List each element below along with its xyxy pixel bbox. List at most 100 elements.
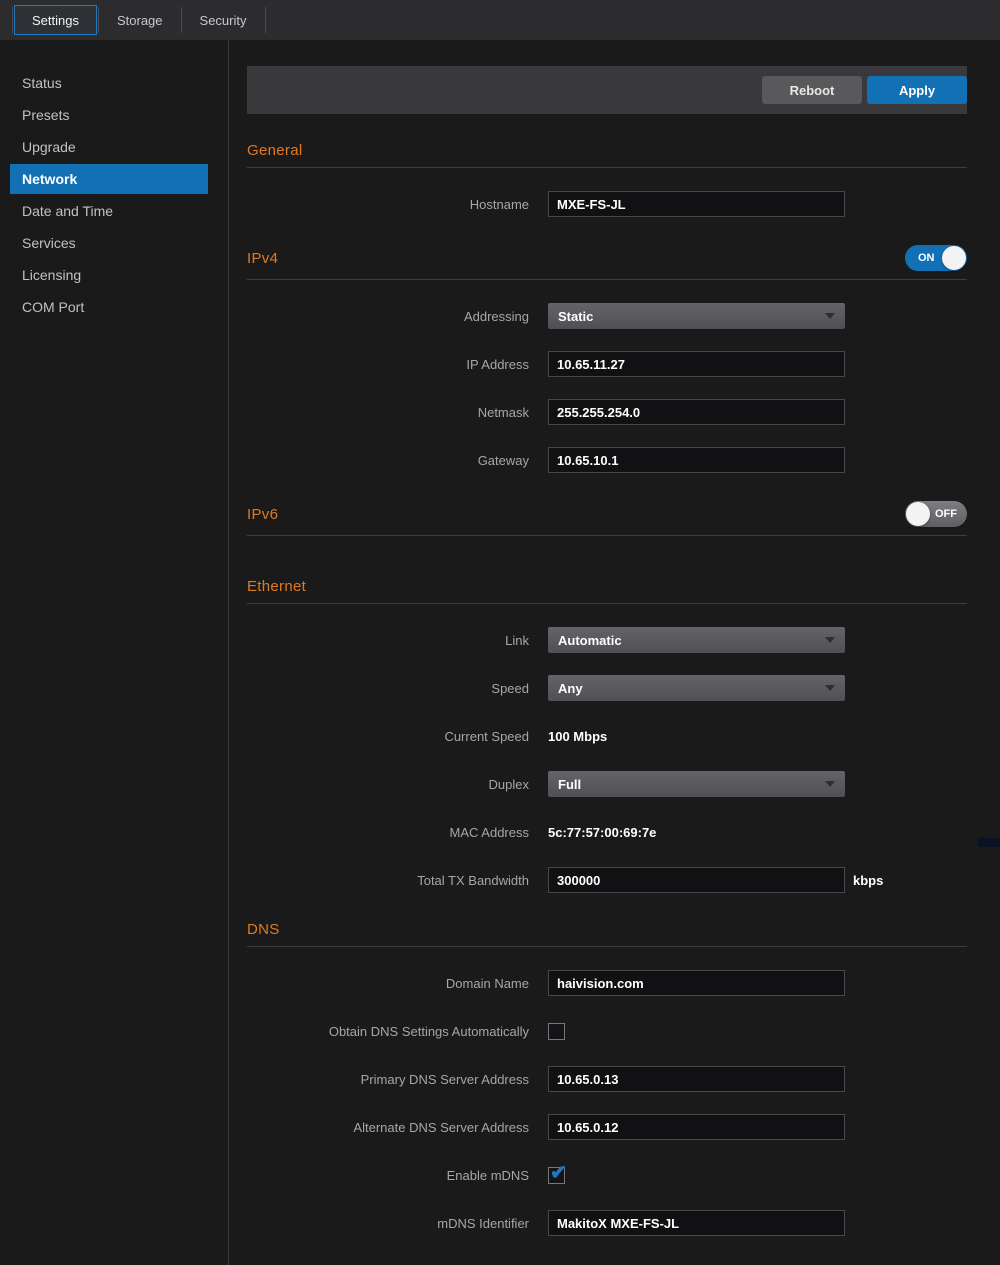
- netmask-label: Netmask: [247, 405, 548, 420]
- alternate-dns-input[interactable]: [548, 1114, 845, 1140]
- link-label: Link: [247, 633, 548, 648]
- speed-select-value: Any: [558, 681, 583, 696]
- sidebar-item-com-port[interactable]: COM Port: [10, 292, 208, 322]
- general-section: Hostname: [247, 168, 967, 217]
- current-speed-label: Current Speed: [247, 729, 548, 744]
- sidebar-item-presets[interactable]: Presets: [10, 100, 208, 130]
- tab-storage[interactable]: Storage: [100, 5, 180, 35]
- ipv6-section-title: IPv6: [247, 506, 278, 523]
- ipv4-section: Addressing Static IP Address Netmask Gat…: [247, 280, 967, 473]
- obtain-dns-auto-row: Obtain DNS Settings Automatically: [247, 1018, 967, 1044]
- hostname-label: Hostname: [247, 197, 548, 212]
- addressing-row: Addressing Static: [247, 303, 967, 329]
- hostname-row: Hostname: [247, 191, 967, 217]
- mdns-identifier-label: mDNS Identifier: [247, 1216, 548, 1231]
- speed-label: Speed: [247, 681, 548, 696]
- netmask-input[interactable]: [548, 399, 845, 425]
- tab-separator: [181, 7, 182, 33]
- action-bar: Reboot Apply: [247, 66, 967, 114]
- mdns-identifier-input[interactable]: [548, 1210, 845, 1236]
- sidebar-item-status[interactable]: Status: [10, 68, 208, 98]
- tab-separator: [265, 7, 266, 33]
- tab-security[interactable]: Security: [183, 5, 264, 35]
- enable-mdns-label: Enable mDNS: [247, 1168, 548, 1183]
- scrollbar-thumb[interactable]: [978, 838, 1000, 847]
- addressing-label: Addressing: [247, 309, 548, 324]
- alternate-dns-row: Alternate DNS Server Address: [247, 1114, 967, 1140]
- mac-address-label: MAC Address: [247, 825, 548, 840]
- total-tx-bandwidth-row: Total TX Bandwidth kbps: [247, 867, 967, 893]
- link-select[interactable]: Automatic: [548, 627, 845, 653]
- duplex-label: Duplex: [247, 777, 548, 792]
- gateway-input[interactable]: [548, 447, 845, 473]
- link-row: Link Automatic: [247, 627, 967, 653]
- sidebar-item-licensing[interactable]: Licensing: [10, 260, 208, 290]
- dns-section-title: DNS: [247, 921, 280, 938]
- tab-separator: [12, 7, 13, 33]
- tab-settings[interactable]: Settings: [14, 5, 97, 35]
- ipv4-toggle[interactable]: ON: [905, 245, 967, 271]
- chevron-down-icon: [825, 781, 835, 787]
- ip-address-input[interactable]: [548, 351, 845, 377]
- domain-name-input[interactable]: [548, 970, 845, 996]
- alternate-dns-label: Alternate DNS Server Address: [247, 1120, 548, 1135]
- total-tx-bandwidth-input[interactable]: [548, 867, 845, 893]
- domain-name-row: Domain Name: [247, 970, 967, 996]
- total-tx-bandwidth-unit: kbps: [853, 873, 883, 888]
- current-speed-row: Current Speed 100 Mbps: [247, 723, 967, 749]
- duplex-row: Duplex Full: [247, 771, 967, 797]
- duplex-select-value: Full: [558, 777, 581, 792]
- domain-name-label: Domain Name: [247, 976, 548, 991]
- addressing-select-value: Static: [558, 309, 593, 324]
- enable-mdns-row: Enable mDNS: [247, 1162, 967, 1188]
- ipv6-toggle[interactable]: OFF: [905, 501, 967, 527]
- ethernet-section-header: Ethernet: [247, 578, 967, 604]
- mac-address-value: 5c:77:57:00:69:7e: [548, 825, 656, 840]
- gateway-row: Gateway: [247, 447, 967, 473]
- chevron-down-icon: [825, 637, 835, 643]
- hostname-input[interactable]: [548, 191, 845, 217]
- addressing-select[interactable]: Static: [548, 303, 845, 329]
- toggle-knob-icon: [942, 246, 966, 270]
- link-select-value: Automatic: [558, 633, 622, 648]
- sidebar-item-upgrade[interactable]: Upgrade: [10, 132, 208, 162]
- duplex-select[interactable]: Full: [548, 771, 845, 797]
- ethernet-section-title: Ethernet: [247, 578, 306, 595]
- ipv4-toggle-label: ON: [918, 245, 935, 271]
- current-speed-value: 100 Mbps: [548, 729, 607, 744]
- ipv4-section-title: IPv4: [247, 250, 278, 267]
- general-section-header: General: [247, 142, 967, 168]
- primary-dns-row: Primary DNS Server Address: [247, 1066, 967, 1092]
- obtain-dns-auto-label: Obtain DNS Settings Automatically: [247, 1024, 548, 1039]
- chevron-down-icon: [825, 313, 835, 319]
- ipv6-toggle-label: OFF: [935, 501, 957, 527]
- general-section-title: General: [247, 142, 302, 159]
- tab-storage-label: Storage: [117, 13, 163, 28]
- sidebar-item-services[interactable]: Services: [10, 228, 208, 258]
- speed-select[interactable]: Any: [548, 675, 845, 701]
- apply-button[interactable]: Apply: [867, 76, 967, 104]
- chevron-down-icon: [825, 685, 835, 691]
- settings-sidebar: Status Presets Upgrade Network Date and …: [0, 40, 229, 1265]
- total-tx-bandwidth-label: Total TX Bandwidth: [247, 873, 548, 888]
- ethernet-section: Link Automatic Speed Any Current Speed 1: [247, 604, 967, 893]
- network-settings-page: Reboot Apply General Hostname IPv4 ON: [229, 40, 1000, 1265]
- ipv4-section-header: IPv4 ON: [247, 245, 967, 280]
- sidebar-item-network[interactable]: Network: [10, 164, 208, 194]
- reboot-button[interactable]: Reboot: [762, 76, 862, 104]
- enable-mdns-checkbox[interactable]: [548, 1167, 565, 1184]
- primary-dns-label: Primary DNS Server Address: [247, 1072, 548, 1087]
- top-tab-bar: Settings Storage Security: [0, 0, 1000, 40]
- ipv6-section-header: IPv6 OFF: [247, 501, 967, 536]
- obtain-dns-auto-checkbox[interactable]: [548, 1023, 565, 1040]
- dns-section: Domain Name Obtain DNS Settings Automati…: [247, 947, 967, 1236]
- mac-address-row: MAC Address 5c:77:57:00:69:7e: [247, 819, 967, 845]
- tab-settings-label: Settings: [32, 13, 79, 28]
- gateway-label: Gateway: [247, 453, 548, 468]
- sidebar-item-date-and-time[interactable]: Date and Time: [10, 196, 208, 226]
- ip-address-label: IP Address: [247, 357, 548, 372]
- primary-dns-input[interactable]: [548, 1066, 845, 1092]
- dns-section-header: DNS: [247, 921, 967, 947]
- toggle-knob-icon: [906, 502, 930, 526]
- netmask-row: Netmask: [247, 399, 967, 425]
